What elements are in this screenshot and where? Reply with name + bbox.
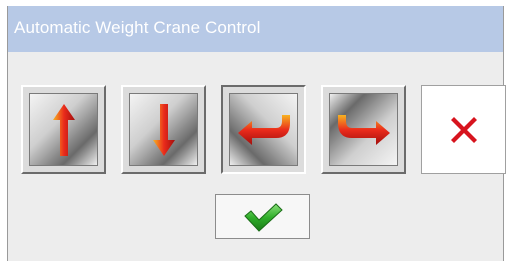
confirm-button[interactable] bbox=[215, 194, 310, 239]
arrow-curve-left-icon bbox=[237, 114, 290, 145]
arrow-curve-right-icon bbox=[337, 114, 390, 145]
arrow-down-icon bbox=[152, 103, 175, 156]
window-title: Automatic Weight Crane Control bbox=[14, 18, 261, 37]
crane-button-row bbox=[8, 85, 506, 175]
crane-control-window: Automatic Weight Crane Control bbox=[7, 6, 506, 261]
raise-button[interactable] bbox=[21, 85, 106, 174]
move-left-button[interactable] bbox=[221, 85, 306, 174]
move-right-button[interactable] bbox=[321, 85, 406, 174]
title-bar: Automatic Weight Crane Control bbox=[8, 6, 503, 52]
checkmark-icon bbox=[243, 202, 283, 232]
cancel-button[interactable] bbox=[421, 85, 506, 174]
arrow-up-icon bbox=[52, 103, 75, 156]
lower-button[interactable] bbox=[121, 85, 206, 174]
close-icon bbox=[450, 116, 477, 143]
